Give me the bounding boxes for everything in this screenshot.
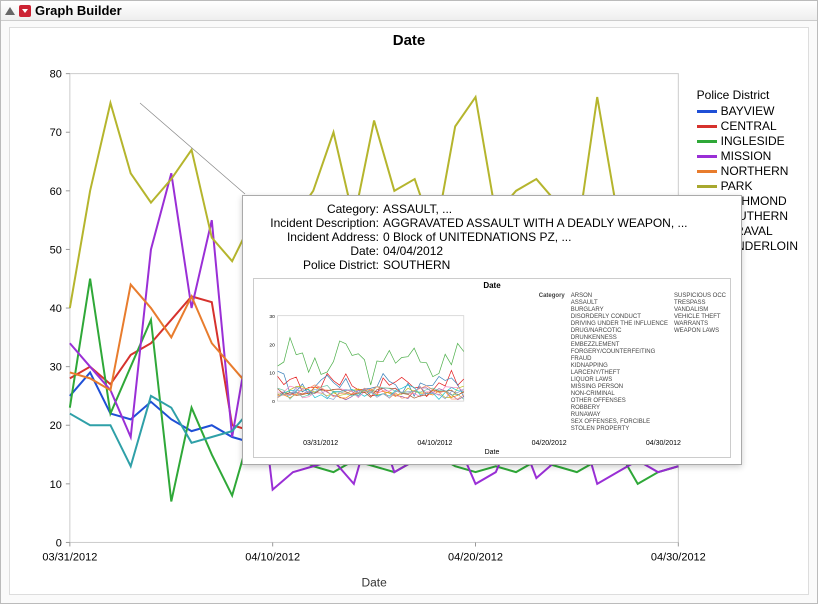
legend-item[interactable]: PARK: [697, 179, 798, 194]
tooltip-key: Category:: [253, 202, 383, 216]
mini-legend-item: ARSON: [571, 293, 668, 300]
tooltip-row: Incident Description:AGGRAVATED ASSAULT …: [253, 216, 731, 230]
mini-legend: Category ARSONASSAULTBURGLARYDISORDERLY …: [539, 293, 726, 433]
svg-text:Date: Date: [361, 575, 387, 589]
red-dropdown-icon[interactable]: [19, 5, 31, 17]
mini-xtick: 04/30/2012: [646, 440, 681, 447]
legend-title: Police District: [697, 88, 798, 102]
mini-legend-item: LIQUOR LAWS: [571, 377, 668, 384]
mini-legend-item: DRUG/NARCOTIC: [571, 328, 668, 335]
mini-legend-item: LARCENY/THEFT: [571, 370, 668, 377]
mini-legend-item: KIDNAPPING: [571, 363, 668, 370]
legend-label: BAYVIEW: [721, 104, 775, 119]
mini-legend-item: RUNAWAY: [571, 412, 668, 419]
mini-legend-item: FRAUD: [571, 356, 668, 363]
plot-title: Date: [10, 28, 808, 49]
tooltip-key: Incident Address:: [253, 230, 383, 244]
mini-legend-item: FORGERY/COUNTERFEITING: [571, 349, 668, 356]
svg-text:70: 70: [50, 127, 62, 139]
legend-label: PARK: [721, 179, 753, 194]
svg-text:0: 0: [272, 399, 275, 405]
legend-label: INGLESIDE: [721, 134, 785, 149]
tooltip-value: 0 Block of UNITEDNATIONS PZ, ...: [383, 230, 731, 244]
mini-legend-item: ROBBERY: [571, 405, 668, 412]
legend-item[interactable]: INGLESIDE: [697, 134, 798, 149]
legend-swatch: [697, 155, 717, 158]
svg-text:04/30/2012: 04/30/2012: [651, 551, 706, 563]
svg-text:03/31/2012: 03/31/2012: [42, 551, 97, 563]
legend-swatch: [697, 125, 717, 128]
legend-label: MISSION: [721, 149, 772, 164]
plot-area[interactable]: Date 0 10 20 30 40 50 60 70 80 03/31/2012 04/10/20…: [9, 27, 809, 595]
mini-legend-item: DISORDERLY CONDUCT: [571, 314, 668, 321]
mini-xtick: 03/31/2012: [303, 440, 338, 447]
tooltip-row: Incident Address:0 Block of UNITEDNATION…: [253, 230, 731, 244]
tooltip-key: Incident Description:: [253, 216, 383, 230]
tooltip-value: AGGRAVATED ASSAULT WITH A DEADLY WEAPON,…: [383, 216, 731, 230]
mini-legend-item: WARRANTS: [674, 321, 726, 328]
tooltip-row: Category:ASSAULT, ...: [253, 202, 731, 216]
tooltip-key: Police District:: [253, 258, 383, 272]
legend-item[interactable]: NORTHERN: [697, 164, 798, 179]
svg-text:80: 80: [50, 69, 62, 81]
legend-label: CENTRAL: [721, 119, 777, 134]
mini-legend-item: DRIVING UNDER THE INFLUENCE: [571, 321, 668, 328]
mini-xtick: 04/20/2012: [532, 440, 567, 447]
mini-legend-item: EMBEZZLEMENT: [571, 342, 668, 349]
mini-xlabel: Date: [485, 449, 500, 456]
svg-text:10: 10: [50, 479, 62, 491]
legend-label: NORTHERN: [721, 164, 789, 179]
svg-text:20: 20: [269, 342, 275, 348]
legend-item[interactable]: BAYVIEW: [697, 104, 798, 119]
mini-legend-item: NON-CRIMINAL: [571, 391, 668, 398]
legend-item[interactable]: CENTRAL: [697, 119, 798, 134]
svg-text:30: 30: [50, 362, 62, 374]
mini-xtick: 04/10/2012: [417, 440, 452, 447]
mini-legend-item: VEHICLE THEFT: [674, 314, 726, 321]
mini-legend-item: TRESPASS: [674, 300, 726, 307]
tooltip-row: Date:04/04/2012: [253, 244, 731, 258]
panel-titlebar: Graph Builder: [1, 1, 817, 21]
panel-title: Graph Builder: [35, 3, 122, 18]
graph-builder-panel: Graph Builder Date 0 10 20 30 40 50 60 70 80 03/3…: [0, 0, 818, 604]
mini-legend-item: WEAPON LAWS: [674, 328, 726, 335]
legend-item[interactable]: MISSION: [697, 149, 798, 164]
tooltip-mini-chart: Date 0 10 20 30 Category ARSONASSAULTBURGLA…: [253, 278, 731, 458]
mini-legend-item: DRUNKENNESS: [571, 335, 668, 342]
hover-tooltip: Category:ASSAULT, ...Incident Descriptio…: [242, 195, 742, 465]
legend-swatch: [697, 185, 717, 188]
mini-legend-item: OTHER OFFENSES: [571, 398, 668, 405]
legend-swatch: [697, 110, 717, 113]
svg-text:04/20/2012: 04/20/2012: [448, 551, 503, 563]
tooltip-key: Date:: [253, 244, 383, 258]
tooltip-row: Police District:SOUTHERN: [253, 258, 731, 272]
tooltip-value: SOUTHERN: [383, 258, 731, 272]
mini-legend-item: BURGLARY: [571, 307, 668, 314]
mini-legend-title: Category: [539, 293, 565, 433]
legend-swatch: [697, 170, 717, 173]
mini-legend-item: SEX OFFENSES, FORCIBLE: [571, 419, 668, 426]
svg-text:60: 60: [50, 186, 62, 198]
tooltip-value: ASSAULT, ...: [383, 202, 731, 216]
tooltip-value: 04/04/2012: [383, 244, 731, 258]
mini-legend-item: VANDALISM: [674, 307, 726, 314]
mini-legend-item: STOLEN PROPERTY: [571, 426, 668, 433]
mini-legend-item: MISSING PERSON: [571, 384, 668, 391]
svg-text:40: 40: [50, 303, 62, 315]
legend-swatch: [697, 140, 717, 143]
disclosure-triangle-icon[interactable]: [5, 7, 15, 15]
mini-legend-item: ASSAULT: [571, 300, 668, 307]
svg-text:0: 0: [56, 537, 62, 549]
svg-text:30: 30: [269, 314, 275, 320]
svg-text:50: 50: [50, 244, 62, 256]
svg-text:04/10/2012: 04/10/2012: [245, 551, 300, 563]
mini-legend-item: SUSPICIOUS OCC: [674, 293, 726, 300]
svg-text:10: 10: [269, 371, 275, 377]
svg-text:20: 20: [50, 420, 62, 432]
